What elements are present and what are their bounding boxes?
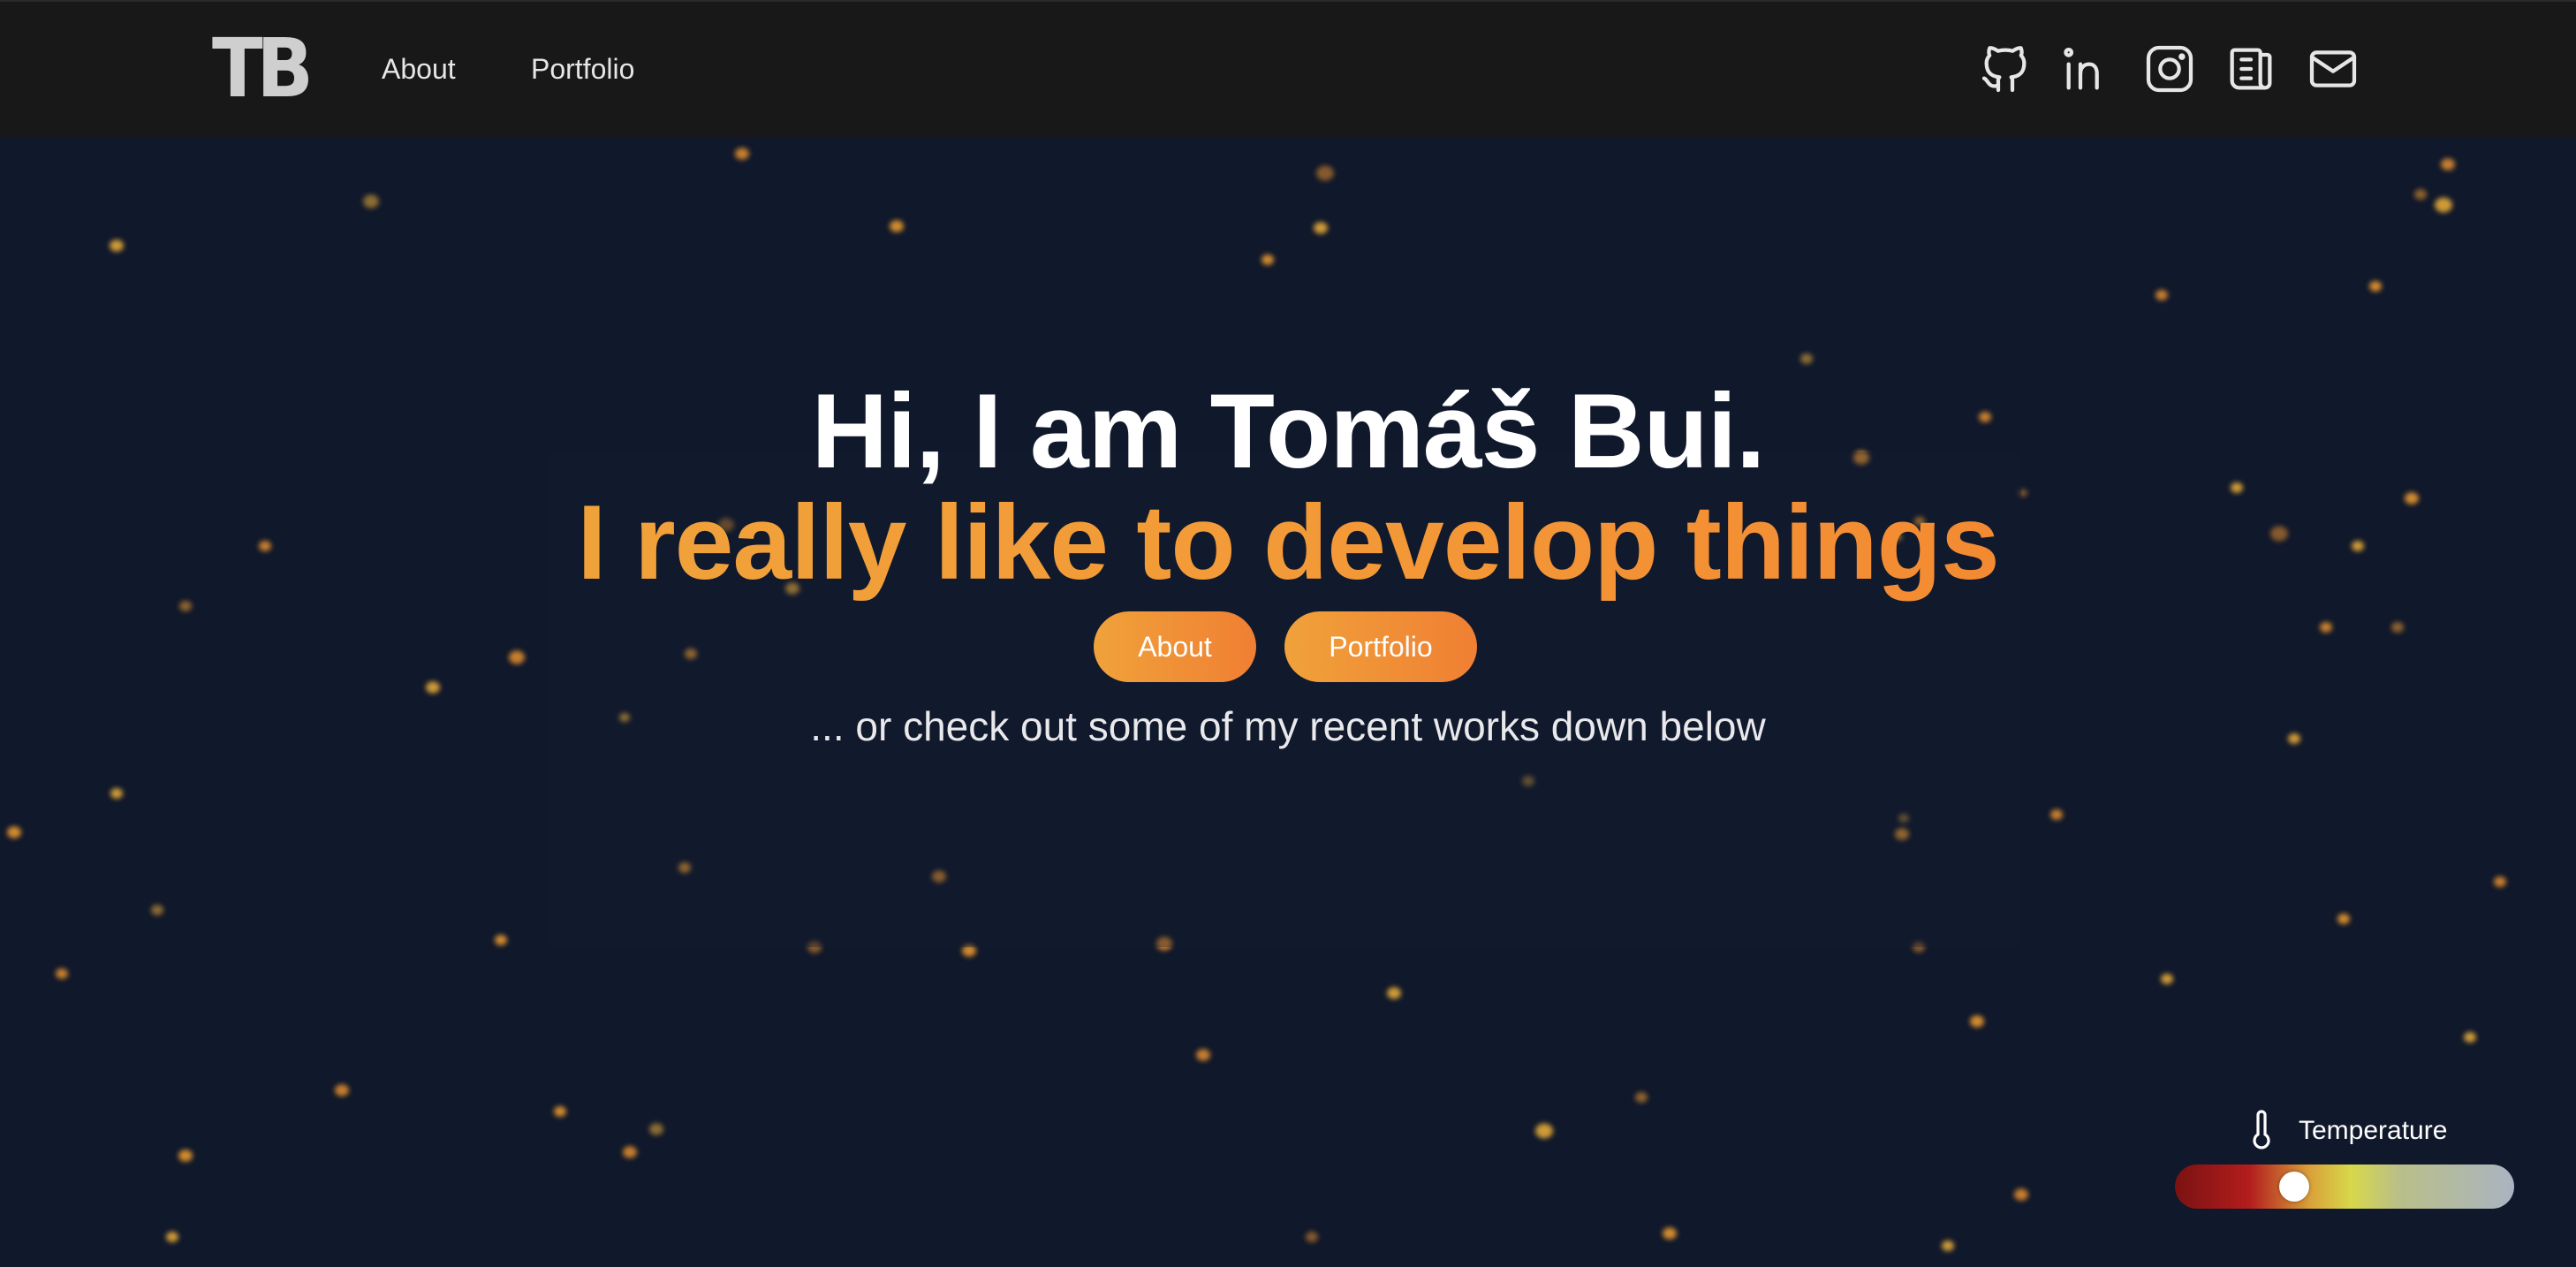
ember-particle — [426, 681, 440, 694]
ember-particle — [1314, 222, 1328, 234]
about-button[interactable]: About — [1094, 611, 1256, 682]
newspaper-icon[interactable] — [2223, 41, 2279, 97]
ember-particle — [649, 1123, 663, 1135]
ember-particle — [1316, 165, 1334, 181]
ember-particle — [151, 905, 163, 915]
ember-particle — [2494, 876, 2506, 887]
ember-particle — [735, 148, 749, 160]
temperature-label: Temperature — [2299, 1116, 2448, 1145]
mail-icon[interactable] — [2305, 41, 2361, 97]
ember-particle — [110, 788, 123, 799]
page: TB About Portfolio Hi, I am Tomáš Bui. I… — [0, 0, 2576, 1267]
ember-particle — [495, 935, 507, 945]
ember-particle — [1261, 254, 1274, 265]
ember-particle — [2050, 809, 2063, 820]
hero-tagline-text: I really like to develop things — [577, 483, 1999, 602]
ember-particle — [2391, 622, 2404, 633]
temperature-slider[interactable] — [2175, 1165, 2514, 1209]
ember-particle — [178, 1149, 193, 1162]
instagram-icon[interactable] — [2141, 41, 2198, 97]
recent-works-note: ... or check out some of my recent works… — [810, 703, 1766, 749]
github-icon[interactable] — [1977, 41, 2034, 97]
ember-particle — [509, 650, 525, 664]
ember-particle — [1306, 1232, 1318, 1242]
ember-particle — [335, 1084, 349, 1096]
ember-particle — [2414, 189, 2427, 200]
hero-tagline: I really like to develop things — [0, 481, 2576, 604]
ember-particle — [166, 1232, 178, 1242]
ember-particle — [1635, 1092, 1648, 1103]
hero-title: Hi, I am Tomáš Bui. — [811, 372, 1766, 490]
thermometer-icon — [2253, 1110, 2270, 1149]
ember-particle — [2337, 914, 2350, 924]
temperature-slider-thumb[interactable] — [2279, 1172, 2310, 1202]
ember-particle — [554, 1106, 566, 1117]
ember-particle — [1942, 1240, 1954, 1251]
navbar: TB About Portfolio — [0, 0, 2576, 138]
ember-particle — [2464, 1032, 2476, 1043]
ember-particle — [2161, 974, 2173, 984]
ember-particle — [1196, 1049, 1210, 1061]
ember-particle — [1387, 987, 1401, 999]
nav-link-about[interactable]: About — [382, 51, 456, 87]
ember-particle — [2014, 1188, 2028, 1201]
ember-particle — [2156, 290, 2168, 300]
ember-particle — [7, 826, 21, 838]
nav-link-portfolio[interactable]: Portfolio — [531, 51, 634, 87]
ember-particle — [623, 1146, 637, 1158]
ember-particle — [1535, 1123, 1553, 1139]
ember-particle — [110, 239, 124, 252]
ember-particle — [1970, 1015, 1984, 1028]
portfolio-button[interactable]: Portfolio — [1284, 611, 1477, 682]
site-logo[interactable]: TB — [212, 25, 314, 113]
ember-particle — [2441, 158, 2455, 171]
ember-particle — [890, 220, 904, 232]
ember-particle — [1800, 353, 1813, 364]
ember-particle — [2369, 281, 2382, 292]
ember-particle — [363, 194, 379, 209]
ember-particle — [2320, 622, 2332, 633]
linkedin-icon[interactable] — [2059, 41, 2116, 97]
ember-particle — [56, 968, 68, 979]
ember-particle — [1663, 1227, 1677, 1240]
ember-particle — [2435, 197, 2452, 213]
